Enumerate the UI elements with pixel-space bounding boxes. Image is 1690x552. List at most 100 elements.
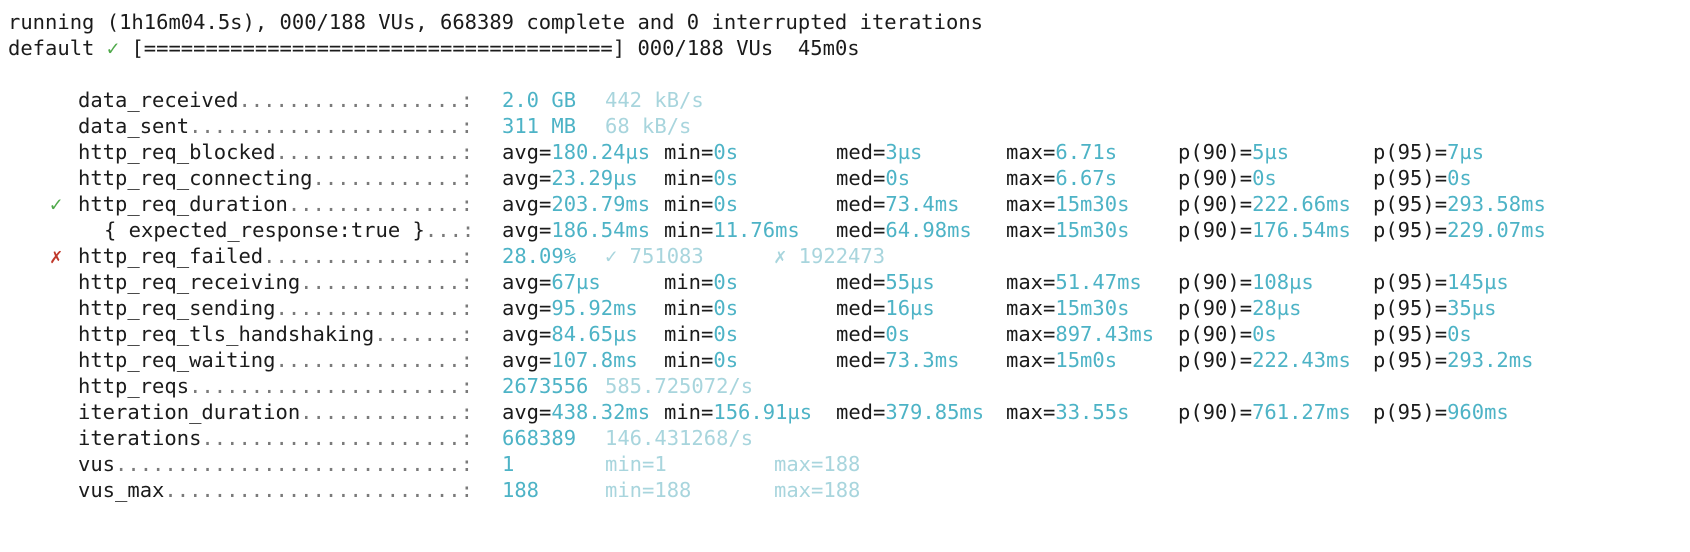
metric-stat: min=11.76ms: [664, 217, 800, 243]
stat-value: 33.55s: [1055, 400, 1130, 424]
stat-value: 35µs: [1447, 296, 1497, 320]
stat-value: 15m30s: [1055, 192, 1130, 216]
stat-key: min=: [664, 322, 714, 346]
metric-leader-dots: .......:: [374, 322, 486, 346]
stat-key: max=: [1006, 140, 1056, 164]
metric-value: 188: [502, 478, 540, 502]
metric-leader-dots: ............................:: [115, 452, 486, 476]
metric-name-text: http_req_blocked: [78, 140, 276, 164]
metric-row: http_reqs......................: 2673556…: [8, 373, 1678, 399]
metric-leader-dots: .............:: [300, 270, 486, 294]
stat-key: min=: [664, 140, 714, 164]
stat-key: p(90)=: [1178, 192, 1253, 216]
scenario-progress-line: default ✓ [=============================…: [8, 35, 860, 61]
stat-value: 6.67s: [1055, 166, 1118, 190]
stat-value: 84.65µs: [551, 322, 638, 346]
metric-name: data_sent......................:: [78, 113, 485, 139]
metric-stat: max=897.43ms: [1006, 321, 1154, 347]
metric-name: data_received..................:: [78, 87, 485, 113]
stat-key: min=: [664, 400, 714, 424]
metric-stat: med=73.4ms: [836, 191, 959, 217]
metric-name: http_req_tls_handshaking.......:: [78, 321, 485, 347]
stat-key: max=: [1006, 166, 1056, 190]
stat-value: 229.07ms: [1447, 218, 1546, 242]
metric-name: http_req_connecting............:: [78, 165, 485, 191]
stat-key: p(95)=: [1373, 270, 1448, 294]
stat-value: 5µs: [1252, 140, 1290, 164]
stat-value: 11.76ms: [713, 218, 800, 242]
stat-key: min=: [664, 296, 714, 320]
scenario-duration: 45m0s: [797, 36, 860, 60]
metric-stat: avg=107.8ms: [502, 347, 638, 373]
metric-secondary-value: 585.725072/s: [605, 374, 754, 398]
stat-value: 897.43ms: [1055, 322, 1155, 346]
stat-key: p(95)=: [1373, 400, 1448, 424]
stat-key: p(95)=: [1373, 166, 1448, 190]
stat-key: max=: [1006, 400, 1056, 424]
metric-name-text: http_req_tls_handshaking: [78, 322, 375, 346]
metric-name-text: http_req_failed: [78, 244, 264, 268]
metric-stat: p(90)=222.66ms: [1178, 191, 1351, 217]
stat-key: med=: [836, 218, 886, 242]
metric-stat: p(95)=0s: [1373, 165, 1472, 191]
stat-value: 0s: [1252, 322, 1277, 346]
stat-key: max=: [1006, 322, 1056, 346]
metric-stat: min=0s: [664, 347, 738, 373]
metric-secondary-value: ✗ 1922473: [774, 244, 886, 268]
stat-value: 73.3ms: [885, 348, 960, 372]
metric-row: data_received..................: 2.0 GB 4…: [8, 87, 1678, 113]
stat-key: avg=: [502, 322, 552, 346]
metric-stat: min=0s: [664, 321, 738, 347]
metric-name-text: http_req_sending: [78, 296, 276, 320]
metric-name-text: http_req_duration: [78, 192, 288, 216]
metric-secondary-value: 146.431268/s: [605, 426, 754, 450]
stat-value: 7µs: [1447, 140, 1485, 164]
stat-value: 0s: [713, 270, 739, 294]
metric-stat: max=33.55s: [1006, 399, 1129, 425]
stat-key: p(90)=: [1178, 296, 1253, 320]
metric-value: 28.09%: [502, 244, 577, 268]
stat-key: p(95)=: [1373, 140, 1448, 164]
metric-stat: max=6.67s: [1006, 165, 1117, 191]
stat-key: avg=: [502, 348, 552, 372]
metric-stat: avg=203.79ms: [502, 191, 650, 217]
stat-value: 6.71s: [1055, 140, 1118, 164]
metric-stat: p(95)=35µs: [1373, 295, 1496, 321]
metric-secondary-value: max=188: [774, 478, 861, 502]
metric-stat: avg=438.32ms: [502, 399, 650, 425]
stat-value: 0s: [713, 140, 739, 164]
stat-value: 23.29µs: [551, 166, 638, 190]
metric-stat: min=0s: [664, 139, 738, 165]
metric-leader-dots: ......................:: [189, 374, 486, 398]
metric-row: http_req_connecting............: avg=23.…: [8, 165, 1678, 191]
metric-name: vus_max........................:: [78, 477, 485, 503]
stat-key: p(90)=: [1178, 218, 1253, 242]
metric-name: vus............................:: [78, 451, 485, 477]
metric-value: 2.0 GB: [502, 88, 577, 112]
metric-stat: p(90)=222.43ms: [1178, 347, 1351, 373]
stat-value: 3µs: [885, 140, 923, 164]
metric-stat: p(95)=7µs: [1373, 139, 1484, 165]
stat-key: p(95)=: [1373, 218, 1448, 242]
metric-stat: avg=23.29µs: [502, 165, 638, 191]
stat-key: max=: [1006, 270, 1056, 294]
stat-value: 222.66ms: [1252, 192, 1351, 216]
metric-stat: p(95)=229.07ms: [1373, 217, 1546, 243]
metric-stat: p(90)=28µs: [1178, 295, 1301, 321]
stat-value: 95.92ms: [551, 296, 638, 320]
metric-row: ✗ http_req_failed................: 28.09%…: [8, 243, 1678, 269]
stat-key: p(90)=: [1178, 270, 1253, 294]
metric-stat: p(95)=293.58ms: [1373, 191, 1546, 217]
metric-stat: med=0s: [836, 321, 910, 347]
metric-stat: p(95)=960ms: [1373, 399, 1509, 425]
metric-stat: min=0s: [664, 165, 738, 191]
metric-name: iterations.....................:: [78, 425, 485, 451]
metric-name-text: http_req_waiting: [78, 348, 276, 372]
stat-value: 64.98ms: [885, 218, 972, 242]
stat-key: p(95)=: [1373, 322, 1448, 346]
stat-key: med=: [836, 166, 886, 190]
metric-leader-dots: ...............:: [275, 296, 486, 320]
stat-value: 203.79ms: [551, 192, 651, 216]
metric-stat: avg=67µs: [502, 269, 601, 295]
stat-value: 180.24µs: [551, 140, 651, 164]
